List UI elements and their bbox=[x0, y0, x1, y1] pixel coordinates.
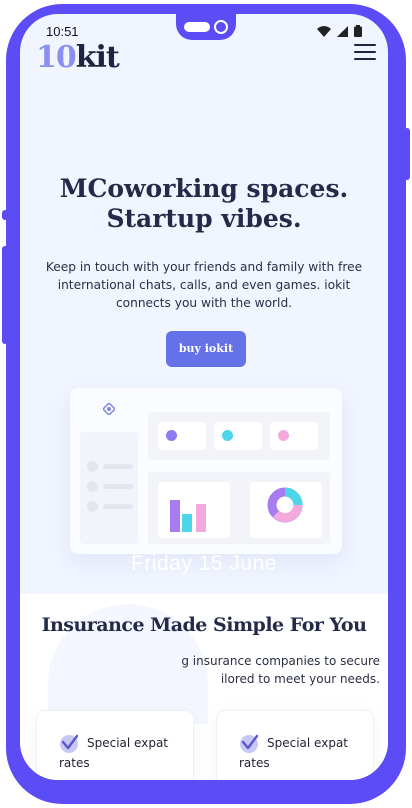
mockup-nav-dot bbox=[87, 501, 98, 512]
hero-description: Keep in touch with your friends and fami… bbox=[45, 260, 363, 310]
hero-title-line-1: MCoworking spaces. bbox=[59, 174, 349, 203]
mockup-nav-line bbox=[103, 464, 133, 469]
mockup-nav-dot bbox=[87, 461, 98, 472]
mockup-stat-dot bbox=[278, 430, 289, 441]
screen: 10:51 10kit MCoworking spaces. Startup v… bbox=[20, 14, 388, 780]
phone-notch bbox=[176, 14, 236, 40]
status-time: 10:51 bbox=[46, 24, 79, 39]
mockup-stat-dot bbox=[222, 430, 233, 441]
mockup-nav-line bbox=[103, 504, 133, 509]
feature-label: Special expat rates bbox=[59, 736, 168, 770]
hero-title-line-2: Startup vibes. bbox=[106, 204, 302, 233]
hero-title: MCoworking spaces. Startup vibes. bbox=[20, 174, 388, 234]
mockup-nav-dot bbox=[87, 481, 98, 492]
wifi-icon bbox=[317, 25, 331, 37]
logo-part-2: kit bbox=[75, 40, 120, 75]
camera bbox=[214, 20, 228, 34]
mockup-date: Friday 15 June bbox=[131, 552, 277, 575]
mockup-bar bbox=[170, 500, 180, 532]
logo-part-1: 10 bbox=[36, 40, 77, 75]
status-icons bbox=[317, 25, 362, 37]
mockup-stat-dot bbox=[166, 430, 177, 441]
mockup-nav-line bbox=[103, 484, 133, 489]
mockup-bar-chart-card bbox=[158, 482, 230, 538]
side-button-right bbox=[404, 128, 410, 180]
section-title: Insurance Made Simple For You bbox=[41, 614, 367, 636]
feature-label: Special expat rates bbox=[239, 736, 348, 770]
feature-card: Special expat rates bbox=[216, 710, 374, 780]
logo[interactable]: 10kit bbox=[36, 40, 120, 75]
mockup-bar bbox=[196, 504, 206, 532]
side-button-left bbox=[2, 210, 8, 220]
mockup-logo-icon bbox=[103, 403, 115, 415]
signal-icon bbox=[337, 25, 348, 37]
mockup-donut-chart bbox=[267, 487, 303, 523]
mockup-bar bbox=[182, 514, 192, 532]
feature-card: Special expat rates bbox=[36, 710, 194, 780]
battery-icon bbox=[354, 25, 362, 37]
side-button-left-2 bbox=[2, 246, 8, 344]
section-description: g insurance companies to secure ilored t… bbox=[181, 654, 380, 686]
dashboard-mockup bbox=[70, 388, 342, 554]
buy-button[interactable]: buy iokit bbox=[166, 331, 246, 367]
speaker-slot bbox=[184, 22, 210, 32]
hamburger-menu-icon[interactable] bbox=[354, 44, 376, 62]
